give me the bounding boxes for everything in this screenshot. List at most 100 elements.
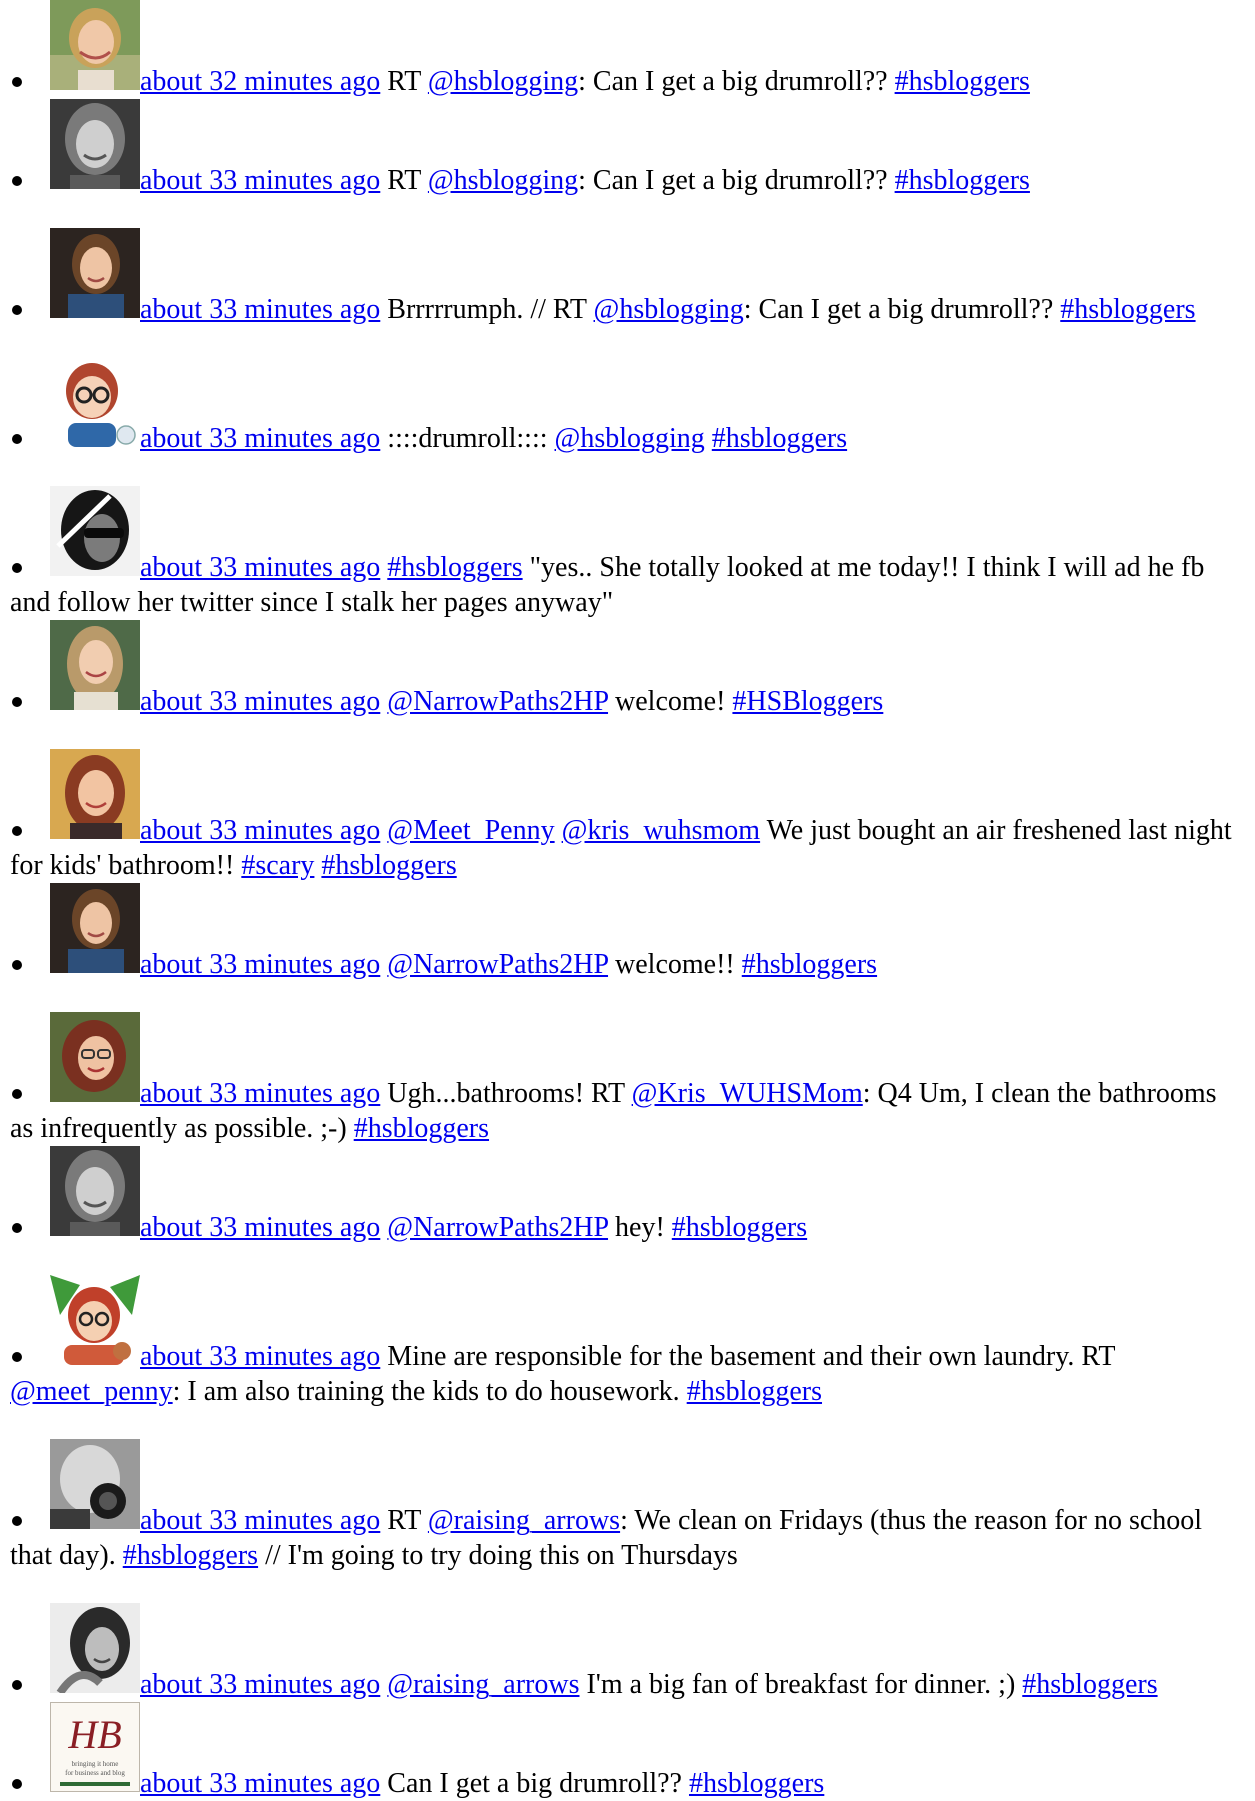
avatar-hb-logo[interactable]: HB bringing it home for business and blog <box>50 1702 140 1792</box>
list-bullet <box>12 433 22 444</box>
avatar-man-sunglasses-bw[interactable] <box>50 486 140 576</box>
tweet-text: RT <box>387 66 428 97</box>
tweet-list-item: about 32 minutes ago RT @hsblogging: Can… <box>10 0 1245 99</box>
mention-link[interactable]: @hsblogging <box>428 66 578 97</box>
list-bullet <box>12 825 22 836</box>
hashtag-link[interactable]: #hsbloggers <box>387 552 522 583</box>
hashtag-link[interactable]: #hsbloggers <box>895 66 1030 97</box>
mention-link[interactable]: @raising_arrows <box>428 1505 620 1536</box>
mention-link[interactable]: @Meet_Penny <box>387 815 554 846</box>
tweet-text: : I am also training the kids to do hous… <box>172 1376 687 1407</box>
tweet-text: : Can I get a big drumroll?? <box>578 66 895 97</box>
tweet-timestamp-link[interactable]: about 33 minutes ago <box>140 1669 380 1700</box>
tweet-timestamp-link[interactable]: about 33 minutes ago <box>140 294 380 325</box>
mention-link[interactable]: @NarrowPaths2HP <box>387 1212 608 1243</box>
avatar-woman-long-hair-outdoors[interactable] <box>50 620 140 710</box>
tweet-text <box>705 423 712 454</box>
hashtag-link[interactable]: #hsbloggers <box>1022 1669 1157 1700</box>
mention-link[interactable]: @kris_wuhsmom <box>562 815 760 846</box>
tweet-timestamp-link[interactable]: about 33 minutes ago <box>140 165 380 196</box>
tweet-list-item: about 33 minutes ago Mine are responsibl… <box>10 1275 1245 1409</box>
hashtag-link[interactable]: #hsbloggers <box>689 1768 824 1799</box>
hashtag-link[interactable]: #hsbloggers <box>687 1376 822 1407</box>
hashtag-link[interactable]: #hsbloggers <box>354 1113 489 1144</box>
tweet-timestamp-link[interactable]: about 33 minutes ago <box>140 1768 380 1799</box>
tweet-timestamp-link[interactable]: about 33 minutes ago <box>140 423 380 454</box>
tweet-timestamp-link[interactable]: about 33 minutes ago <box>140 815 380 846</box>
list-bullet <box>12 76 22 87</box>
tweet-text: I'm a big fan of breakfast for dinner. ;… <box>579 1669 1023 1700</box>
tweet-text: : Can I get a big drumroll?? <box>578 165 895 196</box>
mention-link[interactable]: @hsblogging <box>428 165 578 196</box>
mention-link[interactable]: @NarrowPaths2HP <box>387 686 608 717</box>
tweet-text <box>555 815 562 846</box>
avatar-blonde-woman-smiling[interactable] <box>50 0 140 90</box>
tweet-timestamp-link[interactable]: about 33 minutes ago <box>140 1078 380 1109</box>
mention-link[interactable]: @hsblogging <box>594 294 744 325</box>
list-bullet <box>12 1679 22 1690</box>
tweet-list-item: about 33 minutes ago RT @raising_arrows:… <box>10 1439 1245 1573</box>
avatar-cartoon-glasses[interactable] <box>50 357 140 447</box>
hashtag-link[interactable]: #hsbloggers <box>1060 294 1195 325</box>
tweet-text: // I'm going to try doing this on Thursd… <box>258 1540 738 1571</box>
mention-link[interactable]: @NarrowPaths2HP <box>387 949 608 980</box>
tweet-text: welcome! <box>608 686 733 717</box>
tweet-text: RT <box>387 1505 428 1536</box>
tweet-timestamp-link[interactable]: about 33 minutes ago <box>140 686 380 717</box>
avatar-cartoon-red-hair[interactable] <box>50 1275 140 1365</box>
list-bullet <box>12 1088 22 1099</box>
avatar-grayscale-woman[interactable] <box>50 99 140 189</box>
list-bullet <box>12 959 22 970</box>
list-bullet <box>12 1515 22 1526</box>
list-bullet <box>12 562 22 573</box>
svg-text:for business and blog: for business and blog <box>65 1769 125 1777</box>
tweet-list-item: about 33 minutes ago @NarrowPaths2HP wel… <box>10 883 1245 982</box>
tweet-list-item: HB bringing it home for business and blog a… <box>10 1702 1245 1801</box>
tweet-text: hey! <box>608 1212 672 1243</box>
tweet-timestamp-link[interactable]: about 33 minutes ago <box>140 1341 380 1372</box>
mention-link[interactable]: @meet_penny <box>10 1376 173 1407</box>
hashtag-link[interactable]: #hsbloggers <box>742 949 877 980</box>
list-bullet <box>12 696 22 707</box>
hashtag-link[interactable]: #HSBloggers <box>732 686 883 717</box>
hashtag-link[interactable]: #hsbloggers <box>672 1212 807 1243</box>
svg-text:HB: HB <box>67 1712 121 1757</box>
hashtag-link[interactable]: #scary <box>241 850 314 881</box>
tweet-timestamp-link[interactable]: about 33 minutes ago <box>140 949 380 980</box>
avatar-woman-auburn-hair[interactable] <box>50 749 140 839</box>
tweet-timestamp-link[interactable]: about 33 minutes ago <box>140 1212 380 1243</box>
tweet-text: Ugh...bathrooms! RT <box>387 1078 632 1109</box>
list-bullet <box>12 175 22 186</box>
tweet-list-item: about 33 minutes ago @NarrowPaths2HP hey… <box>10 1146 1245 1245</box>
hashtag-link[interactable]: #hsbloggers <box>123 1540 258 1571</box>
list-bullet <box>12 1778 22 1789</box>
avatar-grayscale-woman[interactable] <box>50 1146 140 1236</box>
avatar-camera-bw[interactable] <box>50 1439 140 1529</box>
hashtag-link[interactable]: #hsbloggers <box>321 850 456 881</box>
list-bullet <box>12 1222 22 1233</box>
avatar-woman-bw-smiling[interactable] <box>50 1603 140 1693</box>
hashtag-link[interactable]: #hsbloggers <box>895 165 1030 196</box>
list-bullet <box>12 304 22 315</box>
mention-link[interactable]: @Kris_WUHSMom <box>632 1078 863 1109</box>
mention-link[interactable]: @raising_arrows <box>387 1669 579 1700</box>
list-bullet <box>12 1351 22 1362</box>
hashtag-link[interactable]: #hsbloggers <box>712 423 847 454</box>
tweet-timestamp-link[interactable]: about 32 minutes ago <box>140 66 380 97</box>
avatar-woman-glasses-red-hair[interactable] <box>50 1012 140 1102</box>
mention-link[interactable]: @hsblogging <box>555 423 705 454</box>
tweet-list-item: about 33 minutes ago Ugh...bathrooms! RT… <box>10 1012 1245 1146</box>
tweet-text: : Can I get a big drumroll?? <box>743 294 1061 325</box>
avatar-woman-brown-hair-blue-top[interactable] <box>50 883 140 973</box>
tweet-text: Brrrrrumph. // RT <box>387 294 594 325</box>
svg-text:bringing it home: bringing it home <box>72 1760 119 1768</box>
tweet-list-item: about 33 minutes ago #hsbloggers "yes.. … <box>10 486 1245 620</box>
tweet-text: welcome!! <box>608 949 742 980</box>
avatar-woman-brown-hair-blue-top[interactable] <box>50 228 140 318</box>
tweet-timestamp-link[interactable]: about 33 minutes ago <box>140 552 380 583</box>
tweet-timestamp-link[interactable]: about 33 minutes ago <box>140 1505 380 1536</box>
tweet-list-item: about 33 minutes ago @NarrowPaths2HP wel… <box>10 620 1245 719</box>
tweet-list-item: about 33 minutes ago Brrrrrumph. // RT @… <box>10 228 1245 327</box>
tweet-feed: about 32 minutes ago RT @hsblogging: Can… <box>0 0 1245 1801</box>
tweet-list-item: about 33 minutes ago @Meet_Penny @kris_w… <box>10 749 1245 883</box>
